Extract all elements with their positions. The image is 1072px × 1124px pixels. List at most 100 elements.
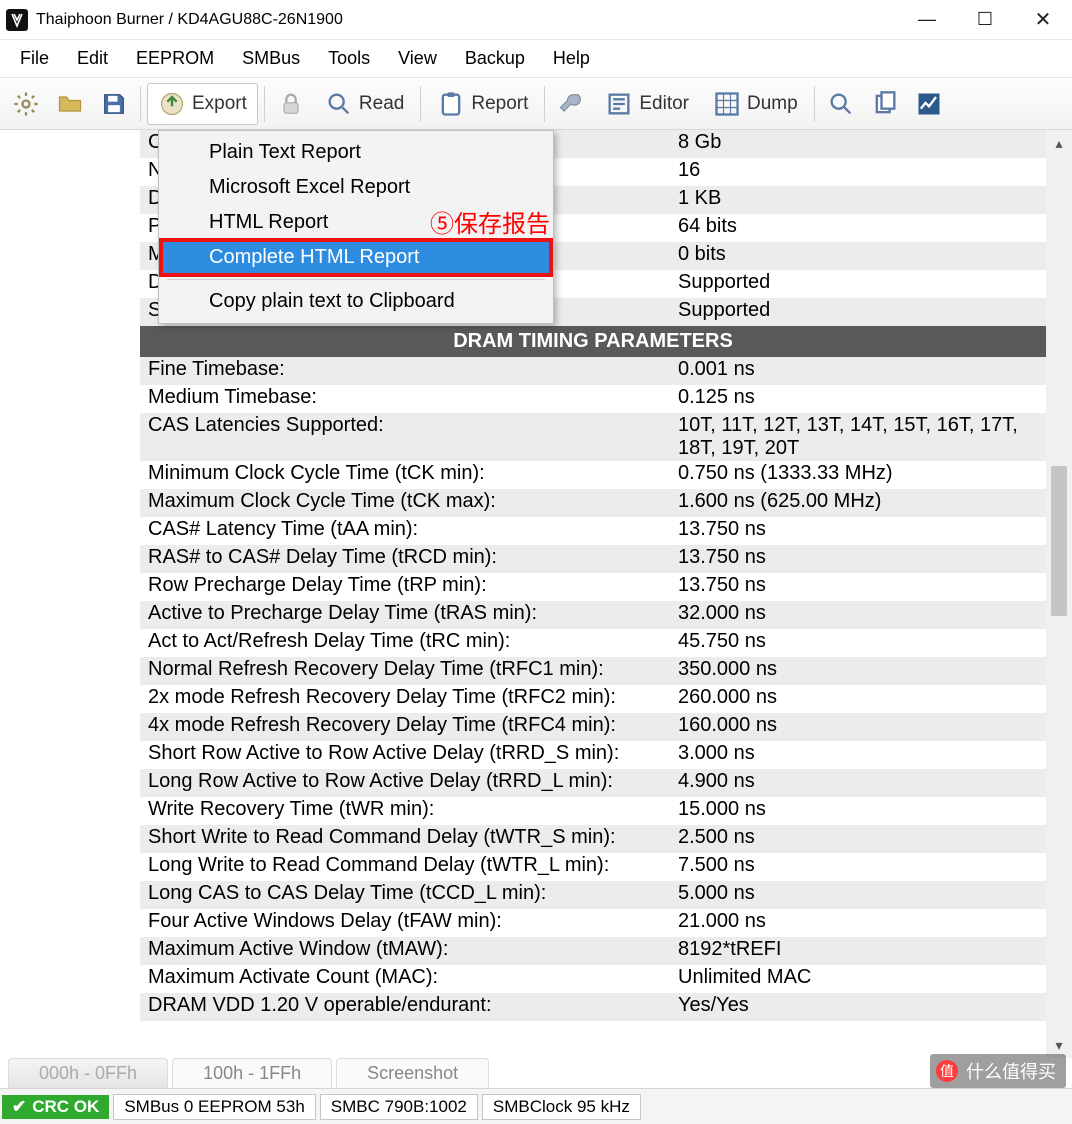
table-row: Long Write to Read Command Delay (tWTR_L… xyxy=(140,853,1046,881)
spec-value: 13.750 ns xyxy=(670,545,1046,573)
editor-button[interactable]: Editor xyxy=(595,83,699,125)
close-button[interactable]: ✕ xyxy=(1014,0,1072,39)
spec-value: 15.000 ns xyxy=(670,797,1046,825)
spec-key: 4x mode Refresh Recovery Delay Time (tRF… xyxy=(140,713,670,741)
table-row: Normal Refresh Recovery Delay Time (tRFC… xyxy=(140,657,1046,685)
gear-icon xyxy=(12,90,40,118)
status-clock: SMBClock 95 kHz xyxy=(482,1094,641,1120)
spec-key: CAS Latencies Supported: xyxy=(140,413,670,461)
table-row: Short Row Active to Row Active Delay (tR… xyxy=(140,741,1046,769)
watermark-icon: 值 xyxy=(936,1060,958,1082)
grid-icon xyxy=(713,90,741,118)
clipboard-icon xyxy=(437,90,465,118)
find-button[interactable] xyxy=(821,83,861,125)
tab-100h[interactable]: 100h - 1FFh xyxy=(172,1058,332,1088)
read-button[interactable]: Read xyxy=(315,83,414,125)
spec-key: 2x mode Refresh Recovery Delay Time (tRF… xyxy=(140,685,670,713)
editor-label: Editor xyxy=(639,93,689,115)
menu-view[interactable]: View xyxy=(384,44,451,73)
annotation-text: ⑤保存报告 xyxy=(430,204,550,239)
dump-button[interactable]: Dump xyxy=(703,83,808,125)
menu-separator xyxy=(167,279,545,280)
section-header: DRAM TIMING PARAMETERS xyxy=(140,326,1046,357)
vertical-scrollbar[interactable]: ▴ ▾ xyxy=(1046,130,1072,1058)
spec-key: Long Write to Read Command Delay (tWTR_L… xyxy=(140,853,670,881)
table-row: Short Write to Read Command Delay (tWTR_… xyxy=(140,825,1046,853)
spec-key: Active to Precharge Delay Time (tRAS min… xyxy=(140,601,670,629)
menu-copy-clipboard[interactable]: Copy plain text to Clipboard xyxy=(161,284,551,319)
spec-key: CAS# Latency Time (tAA min): xyxy=(140,517,670,545)
spec-key: Maximum Clock Cycle Time (tCK max): xyxy=(140,489,670,517)
menu-plain-text-report[interactable]: Plain Text Report xyxy=(161,135,551,170)
window-title: Thaiphoon Burner / KD4AGU88C-26N1900 xyxy=(36,11,898,29)
watermark: 值 什么值得买 xyxy=(930,1054,1066,1088)
tab-screenshot[interactable]: Screenshot xyxy=(336,1058,489,1088)
spec-value: 13.750 ns xyxy=(670,517,1046,545)
table-row: Long CAS to CAS Delay Time (tCCD_L min):… xyxy=(140,881,1046,909)
bottom-tabs: 000h - 0FFh 100h - 1FFh Screenshot xyxy=(0,1058,1072,1088)
spec-key: DRAM VDD 1.20 V operable/endurant: xyxy=(140,993,670,1021)
export-label: Export xyxy=(192,93,247,115)
search-icon xyxy=(827,90,855,118)
minimize-button[interactable]: — xyxy=(898,0,956,39)
spec-key: Maximum Active Window (tMAW): xyxy=(140,937,670,965)
table-row: Long Row Active to Row Active Delay (tRR… xyxy=(140,769,1046,797)
scroll-thumb[interactable] xyxy=(1051,466,1067,616)
graph-button[interactable] xyxy=(909,83,949,125)
lock-button[interactable] xyxy=(271,83,311,125)
spec-value: 5.000 ns xyxy=(670,881,1046,909)
status-smbc: SMBC 790B:1002 xyxy=(320,1094,478,1120)
menu-eeprom[interactable]: EEPROM xyxy=(122,44,228,73)
table-row: RAS# to CAS# Delay Time (tRCD min):13.75… xyxy=(140,545,1046,573)
table-row: 2x mode Refresh Recovery Delay Time (tRF… xyxy=(140,685,1046,713)
spec-value: 10T, 11T, 12T, 13T, 14T, 15T, 16T, 17T, … xyxy=(670,413,1046,461)
editor-icon xyxy=(605,90,633,118)
spec-value: 0 bits xyxy=(670,242,1046,270)
spec-value: 8 Gb xyxy=(670,130,1046,158)
spec-key: RAS# to CAS# Delay Time (tRCD min): xyxy=(140,545,670,573)
table-row: Medium Timebase:0.125 ns xyxy=(140,385,1046,413)
app-icon xyxy=(6,9,28,31)
open-button[interactable] xyxy=(50,83,90,125)
menu-edit[interactable]: Edit xyxy=(63,44,122,73)
crc-status: CRC OK xyxy=(2,1095,109,1119)
copy-button[interactable] xyxy=(865,83,905,125)
scroll-up-icon[interactable]: ▴ xyxy=(1046,130,1072,156)
export-button[interactable]: Export xyxy=(147,83,258,125)
spec-value: 350.000 ns xyxy=(670,657,1046,685)
table-row: Maximum Active Window (tMAW):8192*tREFI xyxy=(140,937,1046,965)
maximize-button[interactable]: ☐ xyxy=(956,0,1014,39)
tab-000h[interactable]: 000h - 0FFh xyxy=(8,1058,168,1088)
magnifier-icon xyxy=(325,90,353,118)
menu-complete-html-report[interactable]: Complete HTML Report xyxy=(161,240,551,275)
spec-value: 32.000 ns xyxy=(670,601,1046,629)
menu-smbus[interactable]: SMBus xyxy=(228,44,314,73)
menu-excel-report[interactable]: Microsoft Excel Report xyxy=(161,170,551,205)
spec-value: Unlimited MAC xyxy=(670,965,1046,993)
menu-tools[interactable]: Tools xyxy=(314,44,384,73)
table-row: Maximum Activate Count (MAC):Unlimited M… xyxy=(140,965,1046,993)
report-label: Report xyxy=(471,93,528,115)
export-icon xyxy=(158,90,186,118)
menu-bar: File Edit EEPROM SMBus Tools View Backup… xyxy=(0,40,1072,78)
save-button[interactable] xyxy=(94,83,134,125)
wrench-button[interactable] xyxy=(551,83,591,125)
spec-value: 0.750 ns (1333.33 MHz) xyxy=(670,461,1046,489)
spec-value: 7.500 ns xyxy=(670,853,1046,881)
table-row: Write Recovery Time (tWR min):15.000 ns xyxy=(140,797,1046,825)
status-smbus: SMBus 0 EEPROM 53h xyxy=(113,1094,315,1120)
settings-button[interactable] xyxy=(6,83,46,125)
title-bar: Thaiphoon Burner / KD4AGU88C-26N1900 — ☐… xyxy=(0,0,1072,40)
spec-key: Long CAS to CAS Delay Time (tCCD_L min): xyxy=(140,881,670,909)
report-button[interactable]: Report xyxy=(427,83,538,125)
wrench-icon xyxy=(557,90,585,118)
spec-key: Act to Act/Refresh Delay Time (tRC min): xyxy=(140,629,670,657)
menu-help[interactable]: Help xyxy=(539,44,604,73)
menu-file[interactable]: File xyxy=(6,44,63,73)
spec-value: 8192*tREFI xyxy=(670,937,1046,965)
spec-value: 1.600 ns (625.00 MHz) xyxy=(670,489,1046,517)
spec-value: 16 xyxy=(670,158,1046,186)
toolbar: Export Read Report Editor Dump xyxy=(0,78,1072,130)
menu-backup[interactable]: Backup xyxy=(451,44,539,73)
spec-value: 0.001 ns xyxy=(670,357,1046,385)
